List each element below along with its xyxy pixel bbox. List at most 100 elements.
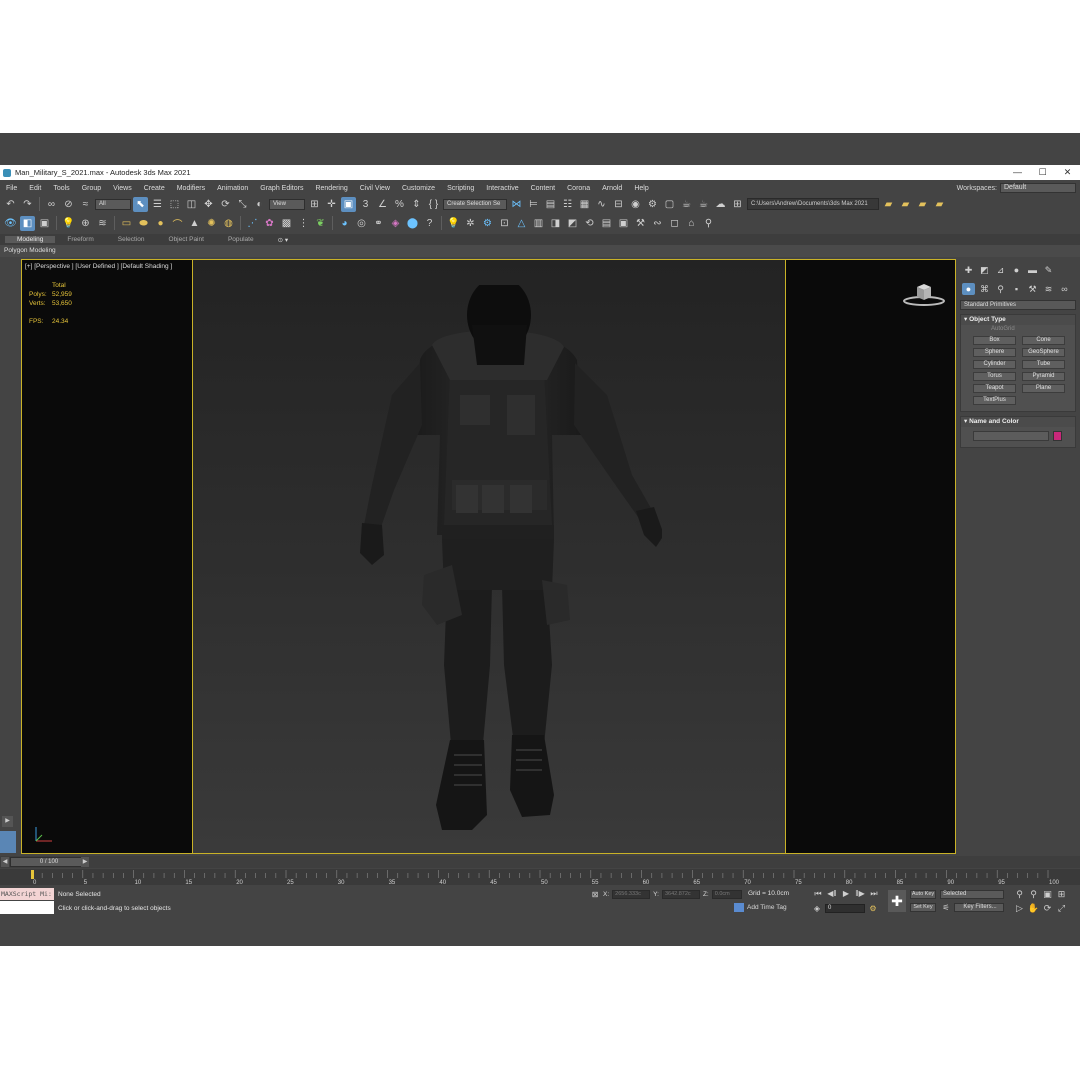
link-icon[interactable]: ∞ [44, 197, 59, 212]
arnold-book-icon[interactable]: ▥ [531, 216, 546, 231]
name-and-color-header[interactable]: ▾ Name and Color [961, 417, 1075, 427]
primitive-category-dropdown[interactable]: Standard Primitives [960, 300, 1076, 310]
viewport-label[interactable]: [+] [Perspective ] [User Defined ] [Defa… [25, 263, 172, 270]
arnold-light-bulb-icon[interactable]: ⚲ [701, 216, 716, 231]
polygon-modeling-panel[interactable]: Polygon Modeling [0, 245, 1080, 257]
key-mode-dropdown[interactable]: Selected [940, 890, 1004, 899]
maxscript-listener[interactable]: MAXScript Mi: [0, 888, 54, 900]
named-selection-icon[interactable]: { } [426, 197, 441, 212]
torus-button[interactable]: Torus [973, 372, 1016, 381]
modify-tab-icon[interactable]: ◩ [978, 264, 991, 276]
z-coordinate-field[interactable]: 0.0cm [711, 889, 742, 899]
curve-editor-icon[interactable]: ∿ [594, 197, 609, 212]
tab-object-paint[interactable]: Object Paint [157, 236, 216, 243]
set-project-icon[interactable]: ▰ [932, 197, 947, 212]
undo-icon[interactable]: ↶ [3, 197, 18, 212]
save-folder-icon[interactable]: ▰ [915, 197, 930, 212]
cameras-icon[interactable]: ▪ [1010, 283, 1023, 295]
select-manipulate-icon[interactable]: ✛ [324, 197, 339, 212]
render-shortcuts-icon[interactable]: ⊞ [730, 197, 745, 212]
arnold-render-icon[interactable]: ◕ [337, 216, 352, 231]
perspective-viewport[interactable]: [+] [Perspective ] [User Defined ] [Defa… [21, 259, 956, 854]
maxscript-output[interactable] [0, 901, 54, 914]
toggle-scene-explorer-icon[interactable]: ▤ [543, 197, 558, 212]
arnold-proxy-icon[interactable]: ◨ [548, 216, 563, 231]
maximize-button[interactable]: ☐ [1030, 167, 1055, 178]
angle-snap-icon[interactable]: ∠ [375, 197, 390, 212]
corona-render-icon[interactable]: ◧ [20, 215, 35, 231]
mirror-icon[interactable]: ⋈ [509, 197, 524, 212]
corona-vfb-icon[interactable]: ▣ [37, 216, 52, 231]
cone-button[interactable]: Cone [1022, 336, 1065, 345]
plane-button[interactable]: Plane [1022, 384, 1065, 393]
y-coordinate-field[interactable]: 3642.872c [661, 889, 700, 899]
corona-sun-light-icon[interactable]: ✺ [204, 216, 219, 231]
menu-create[interactable]: Create [138, 185, 171, 192]
render-setup-icon[interactable]: ⚙ [645, 197, 660, 212]
corona-sphere-icon[interactable]: ● [153, 216, 168, 231]
arnold-ipr-icon[interactable]: ◎ [354, 216, 369, 231]
object-color-swatch[interactable] [1053, 431, 1062, 441]
field-of-view-icon[interactable]: ▷ [1013, 902, 1026, 914]
go-to-end-icon[interactable]: ⏭ [868, 888, 880, 899]
corona-cone-icon[interactable]: ▲ [187, 216, 202, 231]
menu-edit[interactable]: Edit [23, 185, 47, 192]
arnold-capture-icon[interactable]: ▣ [616, 216, 631, 231]
menu-file[interactable]: File [0, 185, 23, 192]
zoom-all-icon[interactable]: ⚲ [1027, 888, 1040, 900]
scale-icon[interactable]: ⤡ [235, 197, 250, 212]
set-key-button[interactable]: Set Key [910, 903, 936, 912]
material-editor-icon[interactable]: ◉ [628, 197, 643, 212]
shapes-icon[interactable]: ⌘ [978, 283, 991, 295]
percent-snap-icon[interactable]: % [392, 197, 407, 212]
arnold-photometric-icon[interactable]: ⚙ [480, 216, 495, 231]
key-mode-toggle-icon[interactable]: ◈ [812, 903, 822, 913]
military-character-model[interactable] [332, 285, 662, 845]
auto-key-button[interactable]: Auto Key [910, 890, 936, 899]
geometry-icon[interactable]: ● [962, 283, 975, 295]
arnold-cone-light-icon[interactable]: △ [514, 216, 529, 231]
snaps-toggle-icon[interactable]: 3 [358, 197, 373, 212]
utilities-tab-icon[interactable]: ✎ [1042, 264, 1055, 276]
arnold-rotate-icon[interactable]: ⟲ [582, 216, 597, 231]
viewport-layout-button[interactable] [0, 831, 16, 853]
cylinder-button[interactable]: Cylinder [973, 360, 1016, 369]
corona-sky-icon[interactable]: ◍ [221, 216, 236, 231]
current-frame-marker[interactable] [31, 870, 34, 879]
arnold-mesh-light-icon[interactable]: ⊡ [497, 216, 512, 231]
next-frame-icon[interactable]: ‖▶ [854, 888, 866, 899]
render-production-icon[interactable]: ☕ [679, 197, 694, 212]
arnold-help-icon[interactable]: ? [422, 216, 437, 231]
pyramid-button[interactable]: Pyramid [1022, 372, 1065, 381]
minimize-button[interactable]: — [1005, 167, 1030, 178]
rect-selection-icon[interactable]: ⬚ [167, 197, 182, 212]
pivot-center-icon[interactable]: ⊞ [307, 197, 322, 212]
expand-arrow-icon[interactable]: ▶ [2, 816, 13, 827]
corona-chaos-scatter-icon[interactable]: ❦ [313, 216, 328, 231]
key-filter-icon[interactable]: ⚟ [940, 902, 952, 913]
select-object-icon[interactable]: ⬉ [133, 196, 148, 212]
menu-customize[interactable]: Customize [396, 185, 441, 192]
pan-view-icon[interactable]: ✋ [1027, 902, 1040, 914]
time-slider[interactable]: 0 / 100 [10, 857, 88, 867]
set-keys-icon[interactable]: ✚ [888, 890, 906, 912]
key-filters-button[interactable]: Key Filters... [954, 903, 1004, 912]
zoom-extents-all-icon[interactable]: ⊞ [1055, 888, 1068, 900]
box-button[interactable]: Box [973, 336, 1016, 345]
arnold-light-icon[interactable]: ⚭ [371, 216, 386, 231]
menu-animation[interactable]: Animation [211, 185, 254, 192]
menu-arnold[interactable]: Arnold [596, 185, 628, 192]
play-icon[interactable]: ▶ [840, 888, 852, 899]
textplus-button[interactable]: TextPlus [973, 396, 1016, 405]
menu-civil-view[interactable]: Civil View [354, 185, 396, 192]
systems-icon[interactable]: ∞ [1058, 283, 1071, 295]
lock-selection-icon[interactable]: ⊠ [590, 889, 600, 899]
named-selection-dropdown[interactable]: Create Selection Se [443, 198, 507, 210]
corona-decal-icon[interactable]: ⬬ [136, 216, 151, 231]
open-folder-icon[interactable]: ▰ [898, 197, 913, 212]
redo-icon[interactable]: ↷ [20, 197, 35, 212]
rotate-icon[interactable]: ⟳ [218, 197, 233, 212]
arnold-render-view-icon[interactable]: ▤ [599, 216, 614, 231]
helpers-icon[interactable]: ⚒ [1026, 283, 1039, 295]
close-button[interactable]: ✕ [1055, 167, 1080, 178]
